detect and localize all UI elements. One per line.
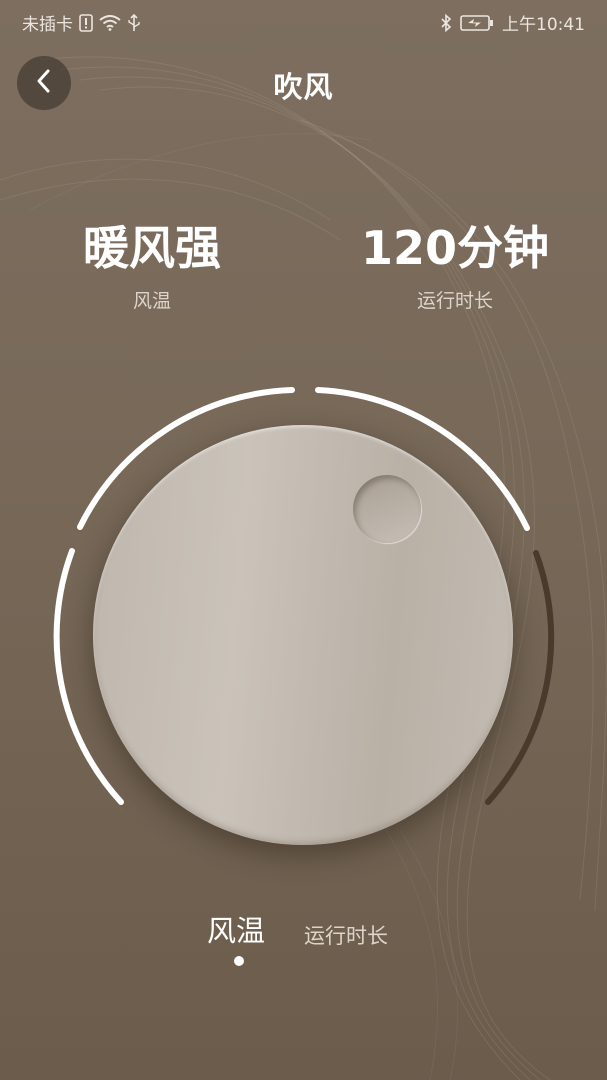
- control-knob[interactable]: [93, 425, 513, 845]
- air-dryer-screen: 未插卡 上午10:41 吹风 暖风强 风温 120分钟 运行时长 风温 运行时长: [0, 0, 607, 1080]
- mode-tabs: 风温 运行时长: [0, 908, 607, 978]
- knob-indicator[interactable]: [353, 475, 421, 543]
- tab-wind-temp[interactable]: 风温: [207, 908, 265, 950]
- active-tab-indicator: [234, 956, 244, 966]
- tab-run-time[interactable]: 运行时长: [304, 920, 388, 950]
